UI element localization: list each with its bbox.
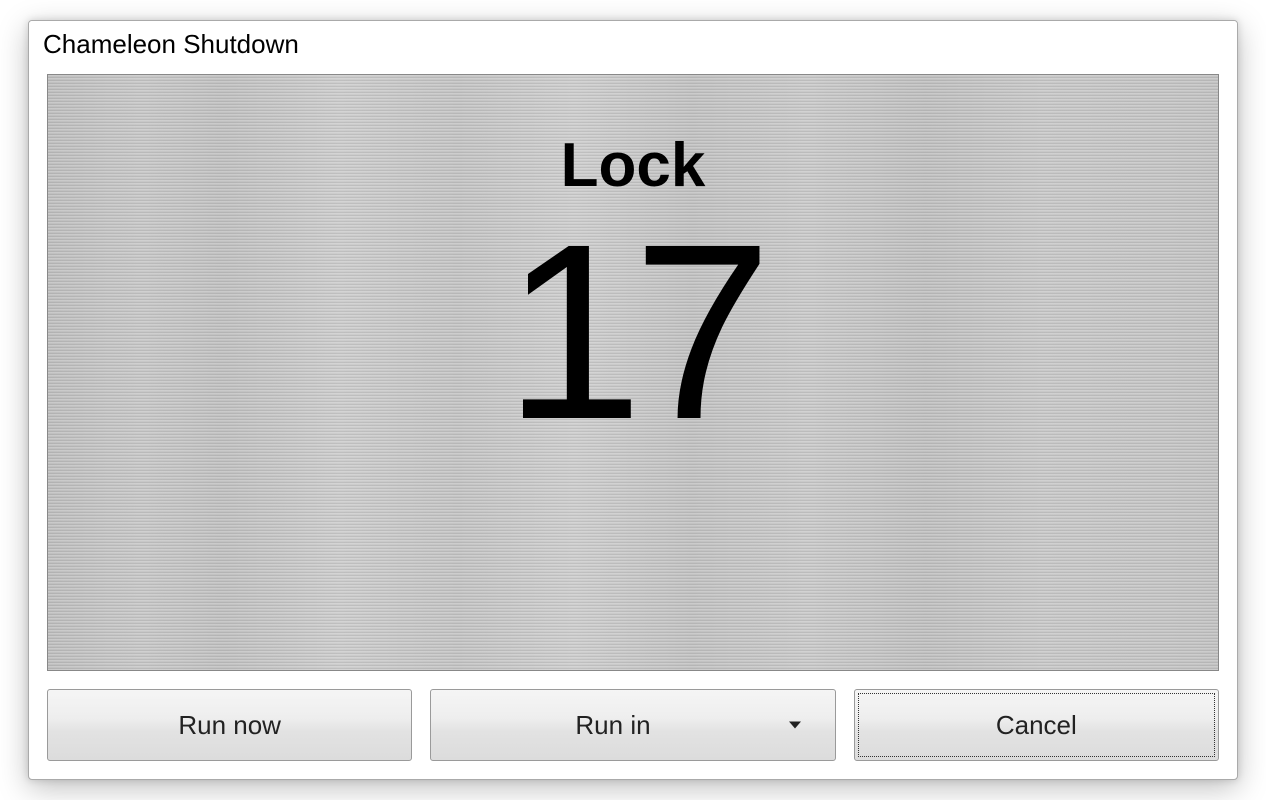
cancel-label: Cancel: [996, 710, 1077, 741]
cancel-button[interactable]: Cancel: [854, 689, 1219, 761]
run-now-label: Run now: [178, 710, 281, 741]
run-now-button[interactable]: Run now: [47, 689, 412, 761]
countdown-seconds: 17: [504, 201, 762, 464]
dialog-body: Lock 17 Run now Run in Cancel: [47, 74, 1219, 761]
window-title: Chameleon Shutdown: [43, 29, 1223, 60]
run-in-label: Run in: [575, 710, 650, 741]
countdown-panel: Lock 17: [47, 74, 1219, 671]
button-row: Run now Run in Cancel: [47, 689, 1219, 761]
dialog-titlebar[interactable]: Chameleon Shutdown: [29, 21, 1237, 66]
chevron-down-icon: [789, 722, 801, 729]
action-label: Lock: [561, 130, 706, 201]
dialog-window: Chameleon Shutdown Lock 17 Run now Run i…: [28, 20, 1238, 780]
run-in-button[interactable]: Run in: [430, 689, 835, 761]
